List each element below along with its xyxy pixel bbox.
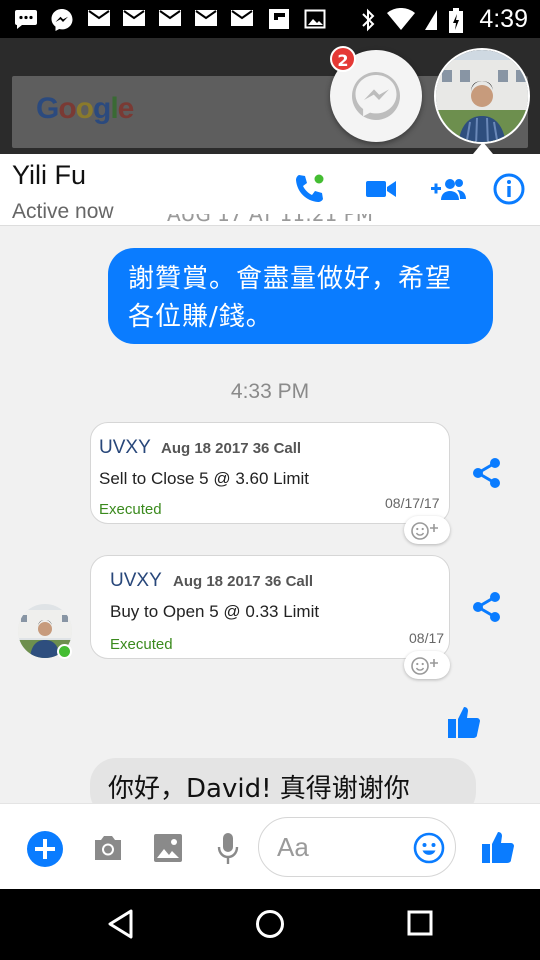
gallery-icon[interactable]: [153, 833, 183, 863]
order-text: Buy to Open 5 @ 0.33 Limit: [110, 602, 320, 621]
message-timestamp: 4:33 PM: [230, 380, 310, 403]
like-icon[interactable]: [480, 829, 516, 865]
mail-icon: [122, 8, 145, 28]
previous-timestamp: AUG 17 AT 11:21 PM: [167, 214, 373, 226]
contract-label: Aug 18 2017 36 Call: [161, 440, 302, 457]
flipboard-icon: [268, 8, 290, 29]
home-icon[interactable]: [255, 909, 285, 939]
mail-icon: [194, 8, 217, 28]
unread-badge: 2: [330, 46, 356, 72]
google-logo: Google: [36, 92, 134, 125]
online-indicator: [57, 644, 72, 659]
ticker-symbol: UVXY: [99, 437, 151, 458]
reaction-button[interactable]: [404, 651, 450, 679]
like-icon: [446, 704, 482, 740]
trade-card[interactable]: UVXY Aug 18 2017 36 Call Sell to Close 5…: [90, 422, 450, 524]
contact-name[interactable]: Yili Fu: [12, 160, 86, 191]
mail-icon: [230, 8, 253, 28]
clock: 4:39: [479, 5, 528, 33]
back-icon[interactable]: [106, 908, 134, 940]
chathead-pointer: [473, 142, 493, 154]
chat-icon: [14, 8, 37, 29]
mail-icon: [87, 8, 110, 28]
ticker-symbol: UVXY: [110, 570, 162, 591]
share-icon[interactable]: [470, 456, 504, 490]
trade-card[interactable]: UVXY Aug 18 2017 36 Call Buy to Open 5 @…: [90, 555, 450, 659]
contract-label: Aug 18 2017 36 Call: [173, 573, 314, 590]
phone-icon[interactable]: [292, 172, 326, 206]
signal-icon: [424, 8, 438, 30]
share-icon[interactable]: [470, 590, 504, 624]
status-bar: 4:39: [0, 0, 540, 38]
video-icon[interactable]: [364, 172, 398, 206]
recents-icon[interactable]: [407, 910, 433, 936]
wifi-icon: [386, 8, 416, 30]
camera-icon[interactable]: [92, 833, 124, 863]
mail-icon: [158, 8, 181, 28]
order-status: Executed: [110, 636, 173, 653]
reaction-button[interactable]: [404, 516, 450, 544]
emoji-icon[interactable]: [413, 832, 445, 864]
bluetooth-icon: [358, 8, 380, 32]
plus-icon[interactable]: [26, 830, 64, 868]
info-icon[interactable]: [492, 172, 526, 206]
order-status: Executed: [99, 501, 162, 518]
order-text: Sell to Close 5 @ 3.60 Limit: [99, 469, 310, 488]
add-people-icon[interactable]: [430, 172, 468, 206]
order-date: 08/17/17: [385, 495, 440, 511]
mic-icon[interactable]: [216, 832, 240, 866]
message-input[interactable]: Aa: [258, 817, 456, 877]
message-input-placeholder: Aa: [277, 832, 309, 862]
user-chathead[interactable]: [434, 48, 530, 144]
order-date: 08/17: [409, 630, 445, 646]
outgoing-message[interactable]: 謝贊賞。會盡量做好，希望各位賺/錢。: [108, 248, 493, 344]
messenger-icon: [50, 8, 73, 31]
image-icon: [304, 8, 326, 29]
battery-icon: [448, 8, 464, 33]
